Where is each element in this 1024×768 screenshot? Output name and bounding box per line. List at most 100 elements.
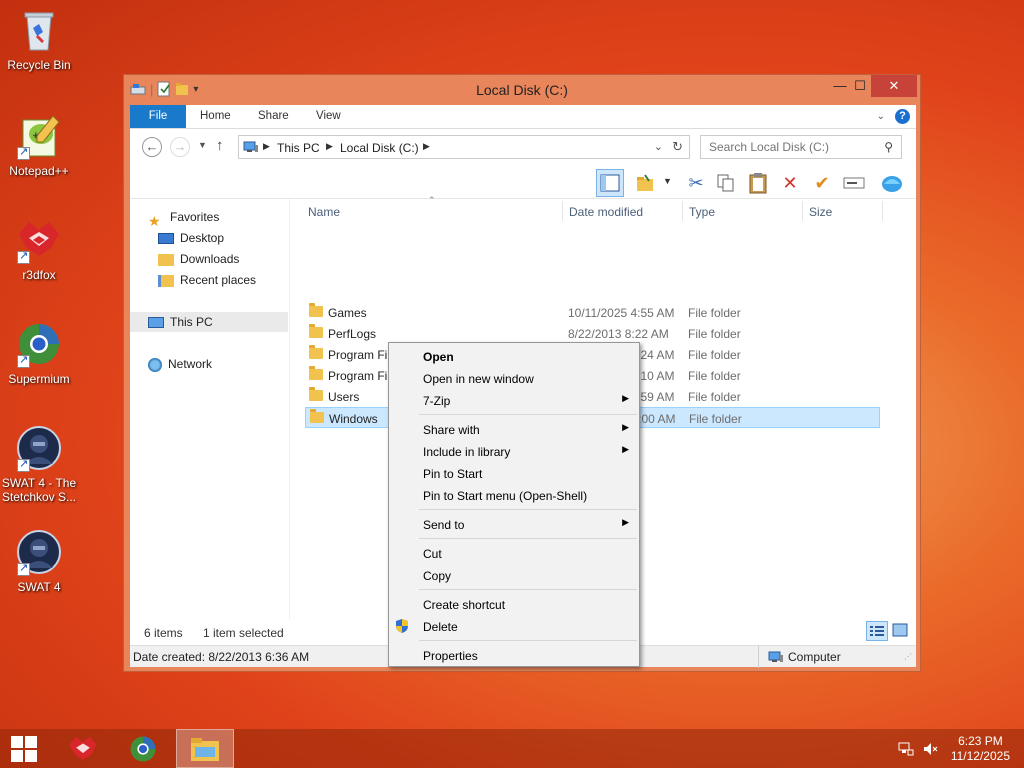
- nav-favorites[interactable]: ★ Favorites: [148, 207, 306, 229]
- taskbar-supermium[interactable]: [114, 729, 172, 768]
- menu-item-include-in-library[interactable]: Include in library ▶: [389, 440, 639, 462]
- network-icon: [148, 357, 162, 372]
- folder-options-icon[interactable]: [632, 169, 660, 197]
- clock[interactable]: 6:23 PM 11/12/2025: [951, 734, 1010, 764]
- open-shell-icon[interactable]: [878, 169, 906, 197]
- file-date: 8/22/2013 8:22 AM: [568, 327, 669, 341]
- menu-item-send-to[interactable]: Send to ▶: [389, 513, 639, 535]
- paste-icon[interactable]: [744, 169, 772, 197]
- file-row[interactable]: Games 10/11/2025 4:55 AM File folder: [305, 302, 880, 323]
- search-input[interactable]: [701, 136, 871, 158]
- nav-desktop[interactable]: Desktop: [158, 228, 316, 248]
- maximize-button[interactable]: ☐: [846, 75, 874, 97]
- desktop-icon-r3dfox[interactable]: r3dfox: [0, 216, 78, 282]
- column-header-date[interactable]: Date modified: [569, 205, 643, 219]
- search-box[interactable]: ⚲: [700, 135, 902, 159]
- menu-item-delete[interactable]: Delete: [389, 615, 639, 637]
- menu-item-label: Properties: [423, 649, 478, 663]
- shortcut-arrow-icon: [17, 561, 30, 576]
- desktop-icon-recycle-bin[interactable]: Recycle Bin: [0, 6, 78, 72]
- large-icons-view-button[interactable]: [890, 621, 912, 641]
- rename-icon[interactable]: [840, 169, 868, 197]
- tab-view[interactable]: View: [302, 105, 355, 128]
- nav-downloads[interactable]: Downloads: [158, 249, 316, 269]
- desktop-icon-swat4-stetchkov[interactable]: SWAT 4 - The Stetchkov S...: [0, 424, 78, 504]
- notepad-plus-plus-icon: ++: [15, 112, 63, 160]
- menu-item-pin-to-start-menu[interactable]: Pin to Start menu (Open-Shell): [389, 484, 639, 506]
- column-header-name[interactable]: Name: [308, 205, 340, 219]
- cut-icon[interactable]: ✂: [682, 169, 710, 197]
- details-view-button[interactable]: [866, 621, 888, 641]
- folder-icon: [310, 409, 324, 423]
- close-button[interactable]: ✕: [871, 75, 917, 97]
- copy-icon[interactable]: [712, 169, 740, 197]
- menu-item-cut[interactable]: Cut: [389, 542, 639, 564]
- start-button[interactable]: [0, 729, 48, 768]
- search-icon[interactable]: ⚲: [884, 140, 893, 154]
- delete-icon[interactable]: ✕: [776, 169, 804, 197]
- file-type: File folder: [688, 306, 741, 320]
- tab-file[interactable]: File: [130, 105, 186, 128]
- preview-pane-button[interactable]: [596, 169, 624, 197]
- column-separator[interactable]: [802, 201, 803, 221]
- nav-this-pc-label: This PC: [170, 315, 213, 329]
- column-header-type[interactable]: Type: [689, 205, 715, 219]
- folder-options-dropdown-icon[interactable]: ▼: [663, 176, 672, 186]
- forward-button[interactable]: →: [170, 137, 190, 157]
- submenu-arrow-icon: ▶: [622, 393, 629, 403]
- address-row: ← → ▼ ↑ ▶ This PC ▶ Local Disk (C:) ▶ ⌄ …: [130, 129, 916, 167]
- refresh-icon[interactable]: ↻: [672, 139, 683, 155]
- menu-item-7zip[interactable]: 7-Zip ▶: [389, 389, 639, 411]
- column-separator[interactable]: [882, 201, 883, 221]
- volume-muted-icon[interactable]: [922, 741, 938, 757]
- address-dropdown-icon[interactable]: ⌄: [654, 140, 663, 153]
- menu-item-open[interactable]: Open: [389, 345, 639, 367]
- menu-item-pin-to-start[interactable]: Pin to Start: [389, 462, 639, 484]
- breadcrumb-local-disk[interactable]: Local Disk (C:): [340, 141, 419, 155]
- file-row[interactable]: PerfLogs 8/22/2013 8:22 AM File folder: [305, 323, 880, 344]
- taskbar-r3dfox[interactable]: [54, 729, 112, 768]
- resize-grip-icon[interactable]: ⋰: [904, 652, 912, 661]
- menu-item-properties[interactable]: Properties: [389, 644, 639, 666]
- nav-network-label: Network: [168, 357, 213, 371]
- folder-icon: [309, 345, 323, 359]
- tab-home[interactable]: Home: [186, 105, 245, 128]
- clock-date: 11/12/2025: [950, 749, 1010, 763]
- column-separator[interactable]: [682, 201, 683, 221]
- submenu-arrow-icon: ▶: [622, 517, 629, 527]
- address-bar[interactable]: ▶ This PC ▶ Local Disk (C:) ▶ ⌄ ↻: [238, 135, 690, 159]
- expand-ribbon-icon[interactable]: ⌄: [877, 111, 885, 122]
- desktop-icon-swat4[interactable]: SWAT 4: [0, 528, 78, 594]
- tab-share[interactable]: Share: [244, 105, 303, 128]
- column-header-size[interactable]: Size: [809, 205, 832, 219]
- recent-locations-icon[interactable]: ▼: [198, 140, 207, 150]
- desktop-icon-supermium[interactable]: Supermium: [0, 320, 78, 386]
- menu-item-open-new-window[interactable]: Open in new window: [389, 367, 639, 389]
- taskbar-file-explorer[interactable]: [176, 729, 234, 768]
- column-separator[interactable]: [562, 201, 563, 221]
- r3dfox-icon: [69, 736, 97, 760]
- folder-icon: [309, 387, 323, 401]
- help-icon[interactable]: ?: [895, 109, 910, 124]
- folder-icon: [309, 366, 323, 380]
- menu-item-create-shortcut[interactable]: Create shortcut: [389, 593, 639, 615]
- submenu-arrow-icon: ▶: [622, 444, 629, 454]
- menu-item-copy[interactable]: Copy: [389, 564, 639, 586]
- nav-recent-places[interactable]: Recent places: [158, 270, 316, 290]
- desktop-icon-notepad-plus-plus[interactable]: ++ Notepad++: [0, 112, 78, 178]
- nav-network[interactable]: Network: [148, 354, 306, 374]
- menu-item-share-with[interactable]: Share with ▶: [389, 418, 639, 440]
- network-status-icon[interactable]: [898, 741, 914, 757]
- taskbar: 6:23 PM 11/12/2025: [0, 729, 1024, 768]
- nav-this-pc[interactable]: This PC: [130, 312, 288, 332]
- computer-icon: [768, 651, 783, 662]
- back-button[interactable]: ←: [142, 137, 162, 157]
- file-name: PerfLogs: [328, 327, 377, 341]
- properties-check-icon[interactable]: ✔: [808, 169, 836, 197]
- location-text: Computer: [788, 650, 841, 664]
- up-button[interactable]: ↑: [216, 137, 224, 154]
- breadcrumb-this-pc[interactable]: This PC: [277, 141, 320, 155]
- menu-separator: [419, 640, 637, 641]
- title-bar[interactable]: | ▾ Local Disk (C:) — ☐ ✕: [124, 75, 920, 105]
- windows-logo-icon: [11, 736, 37, 762]
